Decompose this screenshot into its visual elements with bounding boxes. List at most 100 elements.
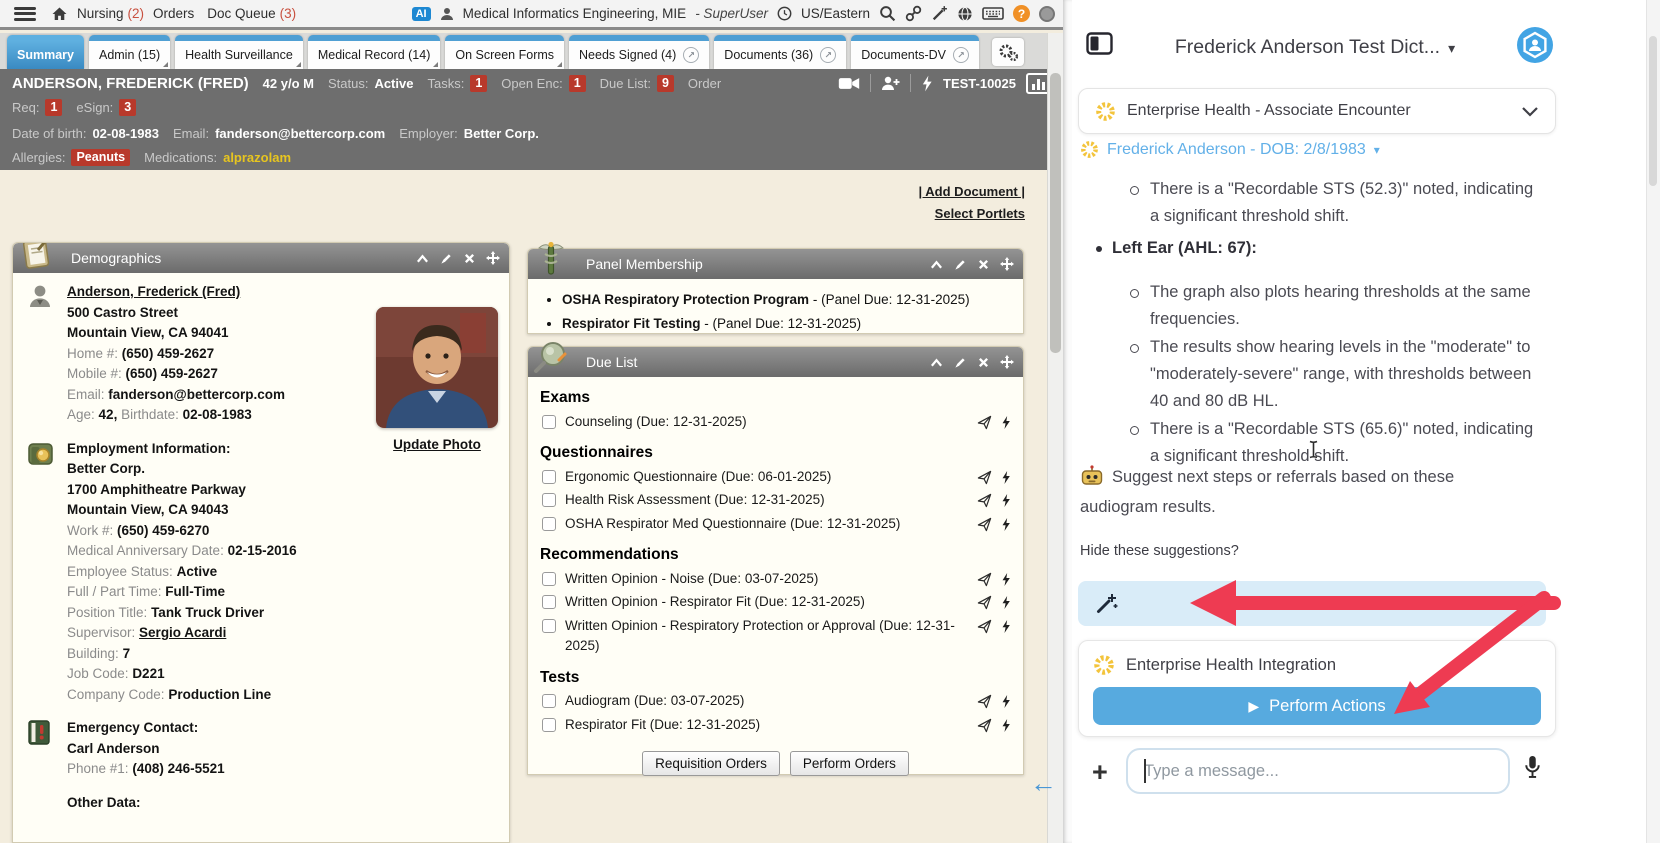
popout-icon[interactable]: ↗ (683, 47, 699, 63)
window-scrollbar-thumb[interactable] (1649, 36, 1657, 186)
edit-pencil-icon[interactable] (954, 356, 967, 369)
assistant-logo-icon[interactable] (1516, 26, 1554, 64)
panel-collapse-arrow[interactable]: ← (1030, 768, 1057, 799)
due-item-checkbox[interactable] (542, 694, 556, 708)
main-scrollbar[interactable] (1047, 33, 1063, 843)
select-portlets-link[interactable]: Select Portlets (919, 206, 1025, 221)
move-icon[interactable] (1000, 355, 1014, 369)
popout-icon[interactable]: ↗ (953, 47, 969, 63)
link-icon[interactable] (905, 5, 922, 22)
perform-bolt-icon[interactable] (1001, 415, 1011, 430)
demographics-header[interactable]: Demographics (13, 243, 509, 273)
allergy-badge[interactable]: Peanuts (71, 149, 130, 166)
timezone-label[interactable]: US/Eastern (801, 6, 870, 21)
move-icon[interactable] (486, 251, 500, 265)
ai-badge[interactable]: AI (412, 7, 431, 21)
chevron-down-icon[interactable] (1521, 106, 1539, 117)
nav-orders[interactable]: Orders (153, 6, 198, 21)
due-list-header[interactable]: Due List (528, 347, 1023, 377)
collapse-icon[interactable] (930, 260, 943, 269)
requisition-orders-button[interactable]: Requisition Orders (642, 751, 780, 776)
home-icon[interactable] (51, 6, 68, 22)
conversation-title[interactable]: Frederick Anderson Test Dict...▾ (1112, 36, 1518, 59)
esign-counter[interactable]: eSign:3 (76, 99, 136, 116)
due-item-checkbox[interactable] (542, 493, 556, 507)
perform-bolt-icon[interactable] (1001, 517, 1011, 532)
tab-medical-record[interactable]: Medical Record (14) (308, 35, 441, 69)
due-list-count-badge[interactable]: 9 (657, 75, 674, 92)
perform-bolt-icon[interactable] (1001, 493, 1011, 508)
collapse-icon[interactable] (416, 254, 429, 263)
suggestion-bar[interactable] (1078, 581, 1546, 626)
scrollbar-thumb[interactable] (1050, 73, 1061, 353)
send-order-icon[interactable] (977, 415, 992, 430)
send-order-icon[interactable] (977, 493, 992, 508)
due-item-checkbox[interactable] (542, 718, 556, 732)
add-person-icon[interactable] (881, 75, 900, 91)
search-icon[interactable] (879, 5, 896, 22)
sidebar-toggle-icon[interactable] (1086, 32, 1113, 55)
add-attachment-button[interactable]: + (1092, 750, 1108, 794)
record-indicator-icon[interactable] (1039, 6, 1055, 22)
nav-doc-queue[interactable]: Doc Queue (3) (207, 6, 296, 21)
tasks-count-badge[interactable]: 1 (470, 75, 487, 92)
send-order-icon[interactable] (977, 619, 992, 634)
close-icon[interactable] (978, 259, 989, 270)
microphone-icon[interactable] (1524, 755, 1541, 779)
hide-suggestions-link[interactable]: Hide these suggestions? (1080, 543, 1239, 559)
esign-count-badge[interactable]: 3 (119, 99, 136, 116)
globe-icon[interactable] (957, 6, 973, 22)
tab-summary[interactable]: Summary (7, 35, 84, 69)
tab-admin[interactable]: Admin (15) (89, 35, 170, 69)
popout-icon[interactable]: ↗ (820, 47, 836, 63)
hamburger-menu-icon[interactable] (14, 7, 36, 21)
tab-documents[interactable]: Documents (36)↗ (714, 35, 846, 69)
keyboard-icon[interactable] (982, 6, 1004, 21)
nav-nursing[interactable]: Nursing (2) (77, 6, 144, 21)
tab-on-screen-forms[interactable]: On Screen Forms (445, 35, 564, 69)
patient-context-link[interactable]: Frederick Anderson - DOB: 2/8/1983 ▾ (1080, 140, 1380, 159)
due-item-checkbox[interactable] (542, 415, 556, 429)
open-enc-counter[interactable]: Open Enc:1 (501, 75, 585, 92)
perform-bolt-icon[interactable] (1001, 718, 1011, 733)
due-item-checkbox[interactable] (542, 470, 556, 484)
due-item-checkbox[interactable] (542, 517, 556, 531)
update-photo-link[interactable]: Update Photo (393, 435, 481, 456)
perform-bolt-icon[interactable] (1001, 694, 1011, 709)
supervisor-link[interactable]: Sergio Acardi (139, 625, 226, 640)
close-icon[interactable] (464, 253, 475, 264)
video-camera-icon[interactable] (838, 76, 860, 91)
edit-pencil-icon[interactable] (440, 252, 453, 265)
patient-name-link[interactable]: Anderson, Frederick (Fred) (67, 284, 240, 299)
collapse-icon[interactable] (930, 358, 943, 367)
perform-bolt-icon[interactable] (1001, 572, 1011, 587)
send-order-icon[interactable] (977, 595, 992, 610)
send-order-icon[interactable] (977, 517, 992, 532)
req-counter[interactable]: Req:1 (12, 99, 62, 116)
due-item-checkbox[interactable] (542, 619, 556, 633)
send-order-icon[interactable] (977, 572, 992, 587)
perform-bolt-icon[interactable] (1001, 619, 1011, 634)
due-list-counter[interactable]: Due List:9 (600, 75, 674, 92)
edit-pencil-icon[interactable] (954, 258, 967, 271)
add-document-link[interactable]: | Add Document | (919, 184, 1025, 199)
perform-orders-button[interactable]: Perform Orders (790, 751, 909, 776)
dropdown-caret-icon[interactable]: ▾ (1448, 40, 1455, 56)
send-order-icon[interactable] (977, 718, 992, 733)
encounter-card[interactable]: Enterprise Health - Associate Encounter (1078, 88, 1556, 134)
open-enc-count-badge[interactable]: 1 (569, 75, 586, 92)
tab-needs-signed[interactable]: Needs Signed (4)↗ (569, 35, 709, 69)
req-count-badge[interactable]: 1 (45, 99, 62, 116)
close-icon[interactable] (978, 357, 989, 368)
perform-actions-button[interactable]: ▶ Perform Actions (1093, 687, 1541, 725)
dropdown-caret-icon[interactable]: ▾ (1374, 143, 1380, 157)
quick-action-bolt-icon[interactable] (921, 75, 933, 92)
move-icon[interactable] (1000, 257, 1014, 271)
patient-name[interactable]: ANDERSON, FREDERICK (FRED) (12, 75, 249, 92)
panel-membership-header[interactable]: Panel Membership (528, 249, 1023, 279)
perform-bolt-icon[interactable] (1001, 595, 1011, 610)
tasks-counter[interactable]: Tasks:1 (427, 75, 487, 92)
wand-icon[interactable] (931, 5, 948, 22)
send-order-icon[interactable] (977, 694, 992, 709)
tab-documents-dv[interactable]: Documents-DV↗ (851, 35, 979, 69)
